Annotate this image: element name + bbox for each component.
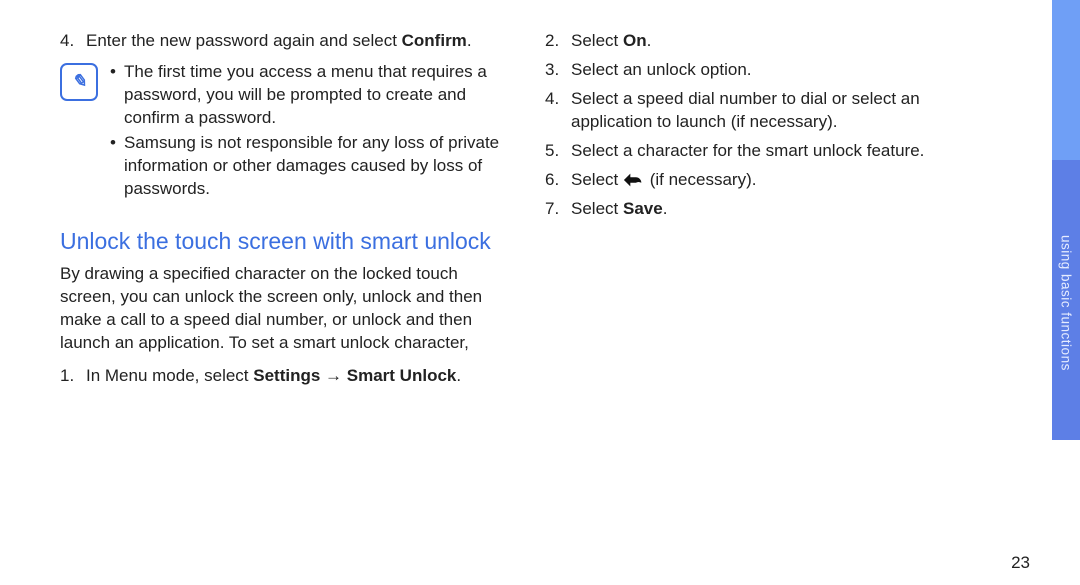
note-bullets: The first time you access a menu that re… (110, 61, 505, 203)
smart-unlock-intro: By drawing a specified character on the … (60, 263, 505, 355)
password-step-4: 4. Enter the new password again and sele… (60, 30, 505, 53)
smart-unlock-step-2: 2. Select On. (545, 30, 990, 53)
side-tab-label-container: using basic functions (1054, 188, 1078, 418)
smart-unlock-step-1: 1. In Menu mode, select Settings → Smart… (60, 365, 505, 388)
smart-unlock-step-3: 3. Select an unlock option. (545, 59, 990, 82)
note-bullet-1: The first time you access a menu that re… (110, 61, 505, 130)
step-number: 2. (545, 30, 559, 53)
step7-text-post: . (663, 199, 668, 218)
note-icon: ✎ (60, 63, 98, 101)
save-label: Save (623, 199, 663, 218)
smart-unlock-step-5: 5. Select a character for the smart unlo… (545, 140, 990, 163)
section-heading-smart-unlock: Unlock the touch screen with smart unloc… (60, 227, 505, 256)
step-number: 6. (545, 169, 559, 192)
left-column: 4. Enter the new password again and sele… (60, 30, 505, 394)
step-number: 1. (60, 365, 74, 388)
back-icon (623, 170, 645, 189)
step4-text-post: . (467, 31, 472, 50)
smart-unlock-step-4: 4. Select a speed dial number to dial or… (545, 88, 990, 134)
step7-text-pre: Select (571, 199, 623, 218)
step-number: 3. (545, 59, 559, 82)
step1-text-post: . (456, 366, 461, 385)
manual-page: 4. Enter the new password again and sele… (0, 0, 1080, 585)
step4-text-pre: Enter the new password again and select (86, 31, 402, 50)
left-steps-list-2: 1. In Menu mode, select Settings → Smart… (60, 365, 505, 388)
smart-unlock-step-7: 7. Select Save. (545, 198, 990, 221)
step-number: 4. (60, 30, 74, 53)
side-tab-label: using basic functions (1059, 235, 1074, 371)
content-columns: 4. Enter the new password again and sele… (0, 0, 1080, 394)
step-number: 5. (545, 140, 559, 163)
step1-text-pre: In Menu mode, select (86, 366, 253, 385)
confirm-label: Confirm (402, 31, 467, 50)
side-tabs: using basic functions (1052, 0, 1080, 585)
note-block: ✎ The first time you access a menu that … (60, 61, 505, 203)
on-label: On (623, 31, 647, 50)
step-number: 4. (545, 88, 559, 111)
step5-text: Select a character for the smart unlock … (571, 141, 924, 160)
step3-text: Select an unlock option. (571, 60, 752, 79)
note-icon-glyph: ✎ (71, 71, 86, 92)
right-column: 2. Select On. 3. Select an unlock option… (545, 30, 990, 394)
page-number: 23 (1011, 553, 1030, 573)
step2-text-pre: Select (571, 31, 623, 50)
settings-path-label: Settings → Smart Unlock (253, 366, 456, 385)
right-steps-list: 2. Select On. 3. Select an unlock option… (545, 30, 990, 221)
smart-unlock-step-6: 6. Select (if necessary). (545, 169, 990, 192)
note-bullet-2: Samsung is not responsible for any loss … (110, 132, 505, 201)
left-steps-list: 4. Enter the new password again and sele… (60, 30, 505, 53)
step6-text-pre: Select (571, 170, 623, 189)
step6-text-post: (if necessary). (645, 170, 756, 189)
side-tab-upper (1052, 0, 1080, 160)
step2-text-post: . (647, 31, 652, 50)
step-number: 7. (545, 198, 559, 221)
step4-text: Select a speed dial number to dial or se… (571, 89, 920, 131)
